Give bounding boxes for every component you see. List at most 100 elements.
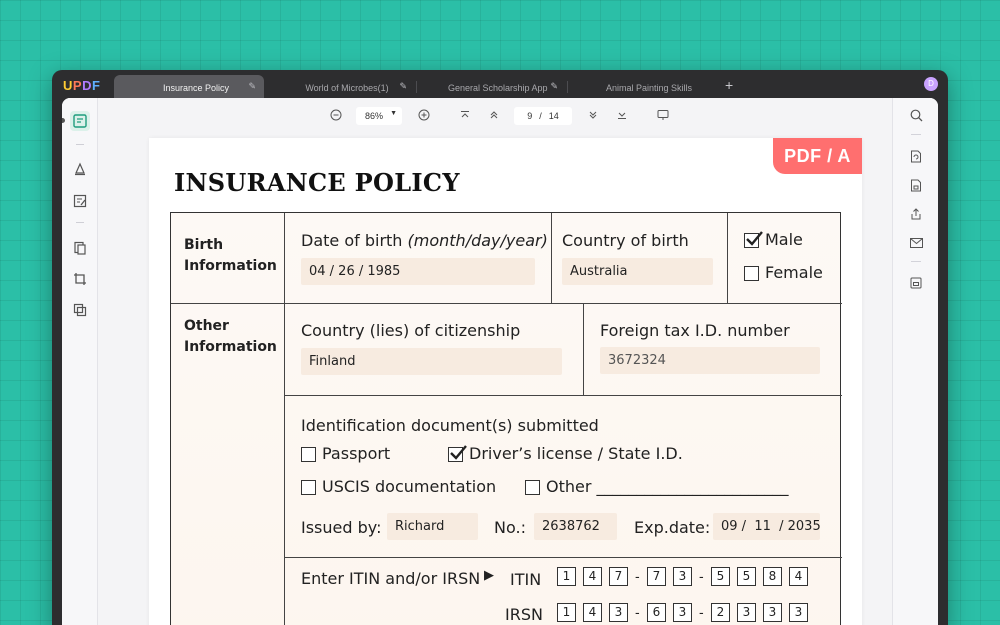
zoom-value: 86% [365,111,384,121]
first-page-icon[interactable] [457,107,473,123]
irsn-digit[interactable]: 4 [583,603,602,622]
itin-digit[interactable]: 7 [647,567,666,586]
other-label: Other ________________________ [546,477,789,496]
avatar[interactable]: D [924,77,938,91]
irsn-label: IRSN [505,605,543,624]
save-icon[interactable] [907,274,925,292]
tab-insurance-policy[interactable]: Insurance Policy ✎ [114,75,264,100]
tab-animal-painting[interactable]: Animal Painting Skills [567,75,717,100]
irsn-digit[interactable]: 3 [789,603,808,622]
divider [583,303,584,395]
toolbar-divider [911,134,921,135]
female-checkbox[interactable] [744,266,759,281]
itin-digit[interactable]: 4 [583,567,602,586]
female-label: Female [765,263,823,282]
zoom-in-icon[interactable] [416,107,432,123]
section-label-line: Information [184,339,277,355]
collapse-handle[interactable] [62,118,65,123]
irsn-digit[interactable]: 3 [609,603,628,622]
tab-bar: UPDF Insurance Policy ✎ World of Microbe… [52,70,948,100]
irsn-digit[interactable]: 6 [647,603,666,622]
irsn-digit[interactable]: 3 [673,603,692,622]
citizenship-field[interactable]: Finland [301,348,562,375]
itin-digit[interactable]: 8 [763,567,782,586]
irsn-digit[interactable]: 3 [763,603,782,622]
search-icon[interactable] [907,106,925,124]
tab-general-scholarship[interactable]: General Scholarship Application ✎ [416,75,566,100]
dob-field[interactable]: 04 / 26 / 1985 [301,258,535,285]
dob-label: Date of birth (month/day/year) [301,231,548,250]
tab-label: World of Microbes(1) [305,82,389,93]
irsn-digit[interactable]: 3 [737,603,756,622]
digit-separator: - [635,568,640,584]
uscis-checkbox[interactable] [301,480,316,495]
tax-id-field[interactable]: 3672324 [600,347,820,374]
number-field[interactable]: 2638762 [534,513,617,540]
divider [284,557,842,558]
tab-label: General Scholarship Application [448,82,548,93]
digit-separator: - [635,604,640,620]
exp-date-field[interactable]: 09 / 11 / 2035 [713,513,821,540]
new-tab-icon[interactable]: + [725,77,733,93]
itin-digit[interactable]: 1 [557,567,576,586]
itin-digit[interactable]: 3 [673,567,692,586]
issued-by-label: Issued by: [301,518,382,537]
other-checkbox[interactable] [525,480,540,495]
edit-icon[interactable]: ✎ [550,81,558,92]
current-page-input[interactable]: 9 [527,111,532,121]
citizenship-label: Country (lies) of citizenship [301,321,521,340]
organize-pages-icon[interactable] [70,238,90,258]
digit-separator: - [699,568,704,584]
number-label: No.: [494,518,526,537]
section-label-line: Other [184,318,229,334]
itin-label: ITIN [510,570,542,589]
passport-label: Passport [322,444,391,463]
edit-icon[interactable]: ✎ [248,81,256,92]
comment-icon[interactable] [70,159,90,179]
insurance-form: Birth Information Date of birth (month/d… [170,212,842,625]
irsn-digit[interactable]: 1 [557,603,576,622]
drivers-license-checkbox[interactable] [448,445,467,462]
email-icon[interactable] [907,234,925,252]
itin-prompt: Enter ITIN and/or IRSN [301,569,481,588]
irsn-digit[interactable]: 2 [711,603,730,622]
tab-label: Insurance Policy [162,82,230,93]
reader-mode-icon[interactable] [70,111,90,131]
digit-separator: - [699,604,704,620]
zoom-out-icon[interactable] [328,107,344,123]
section-label-line: Birth [184,237,224,253]
chevron-down-icon: ▼ [390,110,397,117]
itin-digit[interactable]: 4 [789,567,808,586]
itin-digit[interactable]: 5 [711,567,730,586]
uscis-label: USCIS documentation [322,477,497,496]
right-toolbar [892,98,938,625]
issued-by-field[interactable]: Richard [387,513,478,540]
male-checkbox[interactable] [744,231,763,248]
app-window: UPDF Insurance Policy ✎ World of Microbe… [52,70,948,625]
protect-icon[interactable] [907,176,925,194]
divider [171,303,842,304]
page-indicator[interactable]: 9 / 14 [514,107,572,125]
page-title: INSURANCE POLICY [174,168,460,197]
itin-digit[interactable]: 7 [609,567,628,586]
country-of-birth-field[interactable]: Australia [562,258,713,285]
presentation-icon[interactable] [655,107,671,123]
convert-icon[interactable] [907,147,925,165]
tools-icon[interactable] [70,300,90,320]
next-page-icon[interactable] [585,107,601,123]
pdf-page: PDF / A INSURANCE POLICY Birth Informati… [149,138,862,625]
view-toolbar: 86% ▼ 9 / 14 [98,98,892,134]
share-icon[interactable] [907,205,925,223]
drivers-license-label: Driver’s license / State I.D. [469,444,683,463]
divider [727,213,728,303]
edit-icon[interactable]: ✎ [399,81,407,92]
tab-world-of-microbes[interactable]: World of Microbes(1) ✎ [265,75,415,100]
previous-page-icon[interactable] [486,107,502,123]
passport-checkbox[interactable] [301,447,316,462]
crop-icon[interactable] [70,269,90,289]
app-logo: UPDF [63,78,101,93]
last-page-icon[interactable] [614,107,630,123]
itin-digit[interactable]: 5 [737,567,756,586]
zoom-select[interactable]: 86% ▼ [356,107,402,125]
edit-pdf-icon[interactable] [70,191,90,211]
